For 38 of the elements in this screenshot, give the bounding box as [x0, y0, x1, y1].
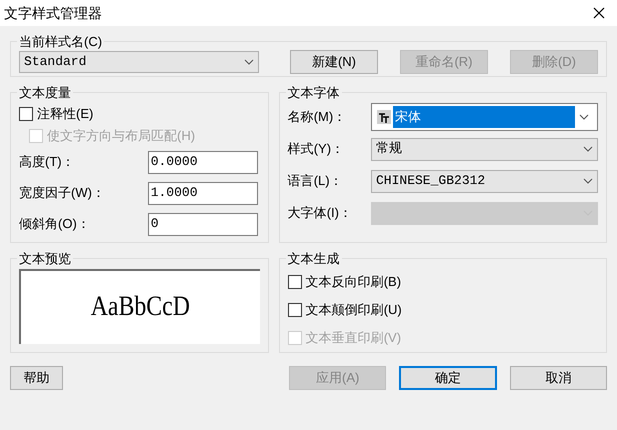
- input-field[interactable]: 1.0000: [148, 182, 258, 204]
- checkbox-option[interactable]: 文本颠倒印刷(U): [288, 298, 402, 320]
- field-label: 语言(L)：: [288, 172, 343, 190]
- close-icon[interactable]: [593, 7, 605, 19]
- checkbox[interactable]: [288, 302, 302, 316]
- group-title: 文本生成: [286, 250, 341, 268]
- field-label: 倾斜角(O)：: [19, 215, 90, 234]
- group-title: 文本字体: [286, 84, 341, 102]
- selected-font-value: 宋体: [393, 106, 575, 128]
- dialog-button[interactable]: 新建(N): [290, 50, 378, 74]
- dropdown-caret-icon: [579, 114, 589, 120]
- field-label: 宽度因子(W)：: [19, 184, 105, 202]
- dialog-button[interactable]: 帮助: [10, 366, 64, 390]
- dropdown-caret-icon: [583, 178, 593, 184]
- font-type-icon: [377, 110, 391, 124]
- checkbox[interactable]: [19, 106, 33, 120]
- style-dropdown[interactable]: Standard: [19, 50, 259, 72]
- field-label: 大字体(I)：: [288, 204, 352, 222]
- group-title: 文本度量: [18, 84, 72, 102]
- dropdown-caret-icon: [583, 146, 593, 152]
- field-label: 名称(M)：: [288, 108, 346, 126]
- field-label: 高度(T)：: [19, 153, 75, 172]
- input-field[interactable]: 0.0000: [148, 150, 258, 174]
- dialog-button[interactable]: 确定: [399, 366, 497, 390]
- dropdown-caret-icon: [244, 58, 254, 64]
- dialog-button[interactable]: 取消: [510, 366, 607, 390]
- checkbox[interactable]: [288, 274, 302, 288]
- field-label: 样式(Y)：: [288, 140, 344, 158]
- group-title: 当前样式名(C): [18, 33, 104, 51]
- checkbox-option[interactable]: 文本反向印刷(B): [288, 270, 402, 292]
- preview-sample-text: AaBbCcD: [90, 290, 190, 324]
- dropdown[interactable]: CHINESE_GB2312: [371, 170, 598, 192]
- font-dropdown[interactable]: 宋体: [371, 103, 598, 131]
- dropdown[interactable]: 常规: [371, 138, 598, 160]
- input-field[interactable]: 0: [148, 212, 258, 236]
- window-title: 文字样式管理器: [4, 4, 102, 22]
- checkbox-option[interactable]: 注释性(E): [19, 102, 94, 124]
- group-title: 文本预览: [18, 250, 72, 268]
